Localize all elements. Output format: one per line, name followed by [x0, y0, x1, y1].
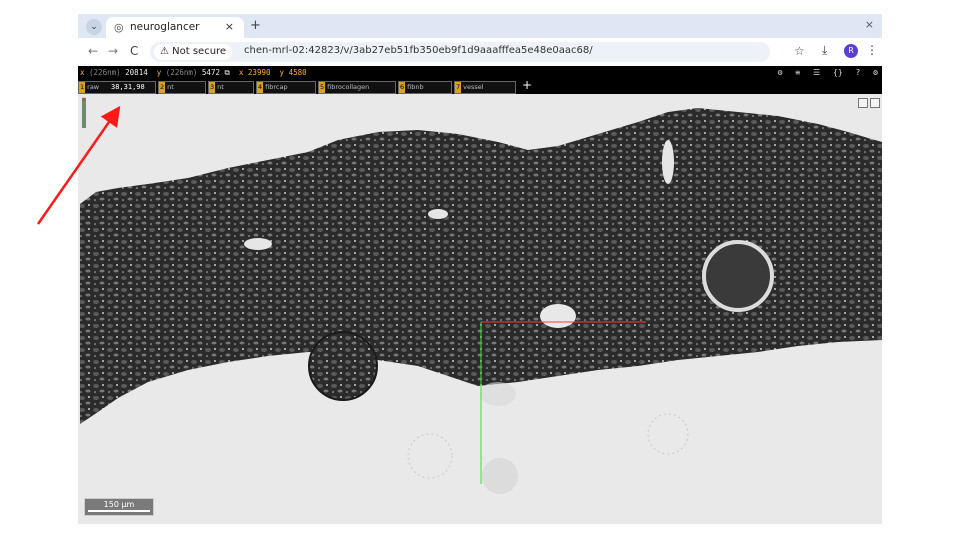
profile-avatar[interactable]: R — [844, 44, 858, 58]
close-tab-icon[interactable]: × — [225, 20, 234, 33]
layer-panel-icon[interactable]: ☰ — [813, 68, 820, 77]
tab-neuroglancer[interactable]: ◎ neuroglancer × — [106, 17, 244, 38]
layer-number: 1 — [79, 82, 86, 93]
layer-fibrcap[interactable]: 4 fibrcap — [256, 81, 316, 94]
layer-fibnb[interactable]: 6 fibnb — [398, 81, 452, 94]
panel-label: x — [82, 96, 86, 128]
mouse-y-value: 4580 — [288, 68, 307, 77]
security-indicator[interactable]: ⚠ Not secure — [154, 44, 233, 60]
layer-nt-2[interactable]: 3 nt — [208, 81, 254, 94]
layer-name: fibnb — [407, 83, 424, 91]
layer-number: 6 — [399, 82, 406, 93]
layout-icon[interactable]: ≡ — [795, 68, 800, 77]
layer-name: nt — [167, 83, 174, 91]
tissue-image — [80, 108, 882, 494]
scale-bar: 150 µm — [84, 498, 154, 516]
layer-raw[interactable]: 1 raw 38,31,98 — [78, 81, 156, 94]
glomerulus — [702, 240, 774, 312]
layout-toggle-icon[interactable] — [870, 98, 880, 108]
slice-view[interactable]: x 150 µm — [78, 94, 882, 524]
scale-bar-line — [88, 510, 150, 512]
add-layer-button[interactable]: + — [522, 78, 532, 92]
tab-search-icon[interactable]: ⌄ — [86, 19, 102, 35]
y-unit: (226nm) — [165, 68, 198, 77]
back-button[interactable]: ← — [88, 44, 98, 58]
layer-number: 4 — [257, 82, 264, 93]
glomerulus — [308, 331, 378, 401]
layer-number: 3 — [209, 82, 216, 93]
y-axis-label: y — [156, 68, 162, 77]
layer-number: 5 — [319, 82, 326, 93]
forward-button[interactable]: → — [108, 44, 118, 58]
panel-controls — [856, 98, 880, 110]
layer-fibrocollagen[interactable]: 5 fibrocollagen — [318, 81, 396, 94]
mouse-x-value: 23990 — [247, 68, 271, 77]
globe-icon: ◎ — [114, 21, 124, 34]
bookmark-star-icon[interactable]: ☆ — [794, 44, 805, 58]
settings-icon[interactable]: ⚙ — [873, 68, 878, 77]
tab-strip: ⌄ ◎ neuroglancer × + × — [78, 14, 882, 38]
url-text[interactable]: chen-mrl-02:42823/v/3ab27eb51fb350eb9f1d… — [244, 45, 593, 56]
mouse-x-label: x — [238, 68, 244, 77]
layer-number: 2 — [159, 82, 166, 93]
navigation-bar: ← → C ⚠ Not secure chen-mrl-02:42823/v/3… — [78, 38, 882, 66]
copy-icon[interactable]: ⧉ — [225, 68, 230, 77]
layer-name: fibrocollagen — [327, 83, 370, 91]
browser-window: ⌄ ◎ neuroglancer × + × ← → C ⚠ Not secur… — [78, 14, 882, 524]
browser-menu-icon[interactable]: ⋮ — [866, 43, 878, 57]
tab-title: neuroglancer — [130, 21, 200, 33]
address-bar[interactable]: ⚠ Not secure chen-mrl-02:42823/v/3ab27eb… — [150, 42, 770, 62]
viewer-toolbar: ⚙ ≡ ☰ {} ? ⚙ — [770, 66, 878, 80]
json-state-icon[interactable]: {} — [833, 68, 843, 77]
download-icon[interactable]: ⤓ — [822, 43, 827, 58]
reload-button[interactable]: C — [130, 44, 138, 58]
layer-name: raw — [87, 83, 100, 91]
position-bar: x (226nm) 20814 y (226nm) 5472 ⧉ x 23990… — [78, 66, 882, 80]
layer-name: nt — [217, 83, 224, 91]
x-unit: (226nm) — [89, 68, 121, 77]
fullscreen-icon[interactable] — [858, 98, 868, 108]
layer-vessel[interactable]: 7 vessel — [454, 81, 516, 94]
scale-bar-label: 150 µm — [103, 500, 135, 509]
layer-bar: 1 raw 38,31,98 2 nt 3 nt 4 fibrcap 5 fibrocol… — [78, 78, 882, 94]
layer-name: vessel — [463, 83, 484, 91]
window-close-button[interactable]: × — [865, 18, 874, 31]
x-axis-label: x — [80, 68, 85, 77]
layer-name: fibrcap — [265, 83, 288, 91]
new-tab-button[interactable]: + — [250, 18, 261, 33]
layer-nt-1[interactable]: 2 nt — [158, 81, 206, 94]
layer-number: 7 — [455, 82, 462, 93]
layers-icon[interactable]: ⚙ — [778, 68, 783, 77]
help-icon[interactable]: ? — [856, 68, 861, 77]
layer-value: 38,31,98 — [111, 83, 145, 91]
x-position-input[interactable]: 20814 — [125, 68, 148, 77]
y-position-input[interactable]: 5472 — [202, 68, 220, 77]
mouse-y-label: y — [279, 68, 285, 77]
